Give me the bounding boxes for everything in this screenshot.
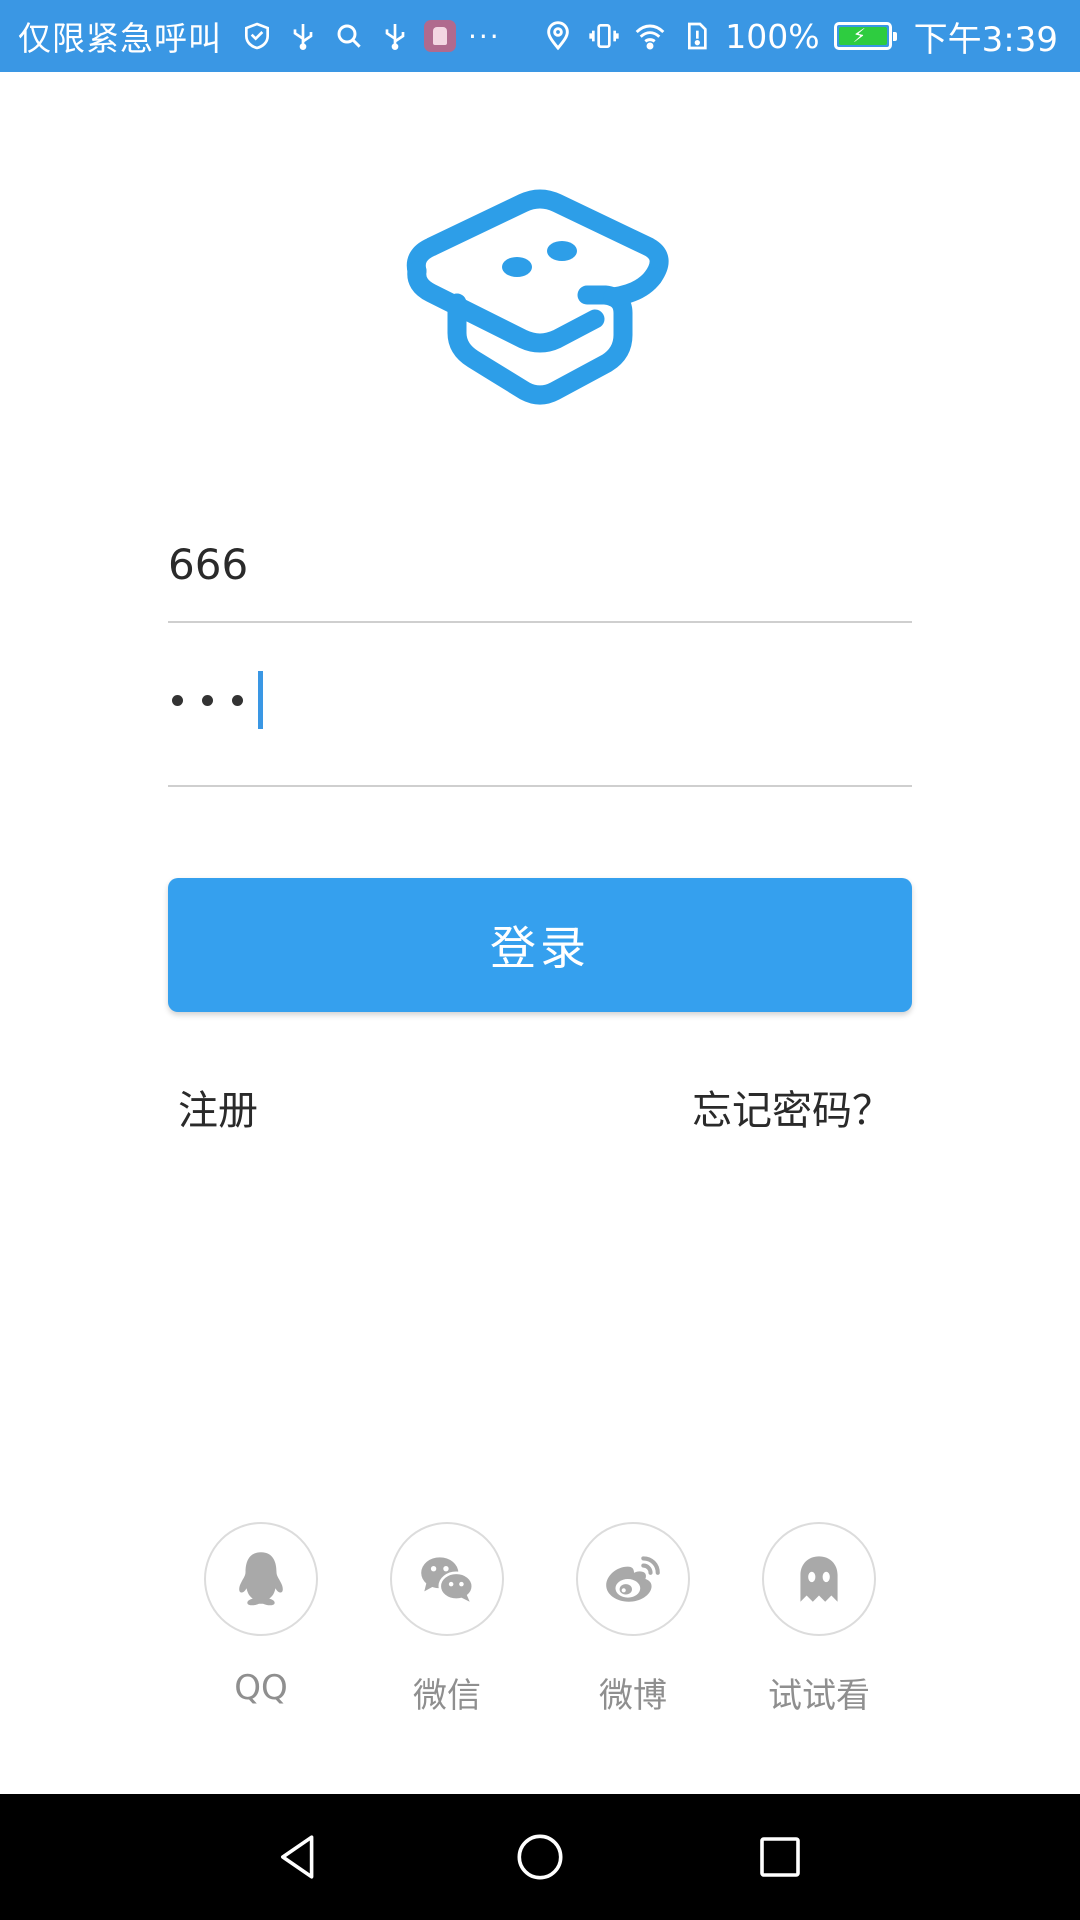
social-login-qq[interactable]: QQ [191, 1522, 331, 1708]
battery-percent: 100% [725, 16, 820, 56]
trial-circle[interactable] [762, 1522, 876, 1636]
weibo-icon [606, 1556, 660, 1602]
password-masked-value [168, 670, 263, 730]
qq-circle[interactable] [204, 1522, 318, 1636]
social-label-trial: 试试看 [768, 1676, 870, 1716]
back-triangle-icon[interactable] [264, 1822, 334, 1892]
text-cursor [258, 671, 263, 729]
recents-square-icon[interactable] [745, 1822, 815, 1892]
wechat-icon [421, 1557, 475, 1602]
usb-icon [286, 19, 320, 53]
social-label-wechat: 微信 [413, 1676, 481, 1716]
search-icon [332, 19, 366, 53]
navigation-bar [0, 1794, 1080, 1920]
ghost-icon [800, 1556, 838, 1602]
clock: 下午3:39 [913, 19, 1058, 60]
weibo-circle[interactable] [576, 1522, 690, 1636]
carrier-label: 仅限紧急呼叫 [18, 19, 222, 58]
status-bar-right: 100% ⚡ 下午3:39 [541, 12, 1058, 61]
password-dot [172, 694, 183, 706]
usb-icon [378, 19, 412, 53]
shield-check-icon [240, 19, 274, 53]
social-login-trial[interactable]: 试试看 [749, 1522, 889, 1717]
password-dot [232, 694, 243, 706]
more-dots-icon: ··· [468, 19, 501, 53]
qq-penguin-icon [239, 1552, 283, 1606]
social-label-weibo: 微博 [599, 1676, 667, 1716]
login-button[interactable]: 登录 [168, 878, 912, 1012]
social-label-qq: QQ [234, 1668, 288, 1708]
charging-bolt-icon: ⚡ [852, 25, 866, 47]
vibrate-icon [587, 19, 621, 53]
sim-alert-icon [679, 19, 713, 53]
wechat-circle[interactable] [390, 1522, 504, 1636]
username-field[interactable]: 666 [168, 520, 912, 623]
forgot-password-link[interactable]: 忘记密码？ [692, 1078, 892, 1136]
app-badge-icon [424, 20, 456, 52]
battery-icon: ⚡ [833, 22, 897, 50]
register-link[interactable]: 注册 [178, 1078, 258, 1136]
graduation-cap-logo-icon [405, 185, 675, 410]
social-login-weibo[interactable]: 微博 [563, 1522, 703, 1717]
home-circle-icon[interactable] [505, 1822, 575, 1892]
status-bar-left: 仅限紧急呼叫 ··· [18, 12, 501, 60]
username-value: 666 [168, 540, 249, 589]
location-icon [541, 19, 575, 53]
wifi-icon [633, 19, 667, 53]
status-bar: 仅限紧急呼叫 ··· 100% ⚡ 下午3:39 [0, 0, 1080, 72]
password-field[interactable] [168, 640, 912, 787]
social-login-wechat[interactable]: 微信 [377, 1522, 517, 1717]
password-dot [202, 694, 213, 706]
